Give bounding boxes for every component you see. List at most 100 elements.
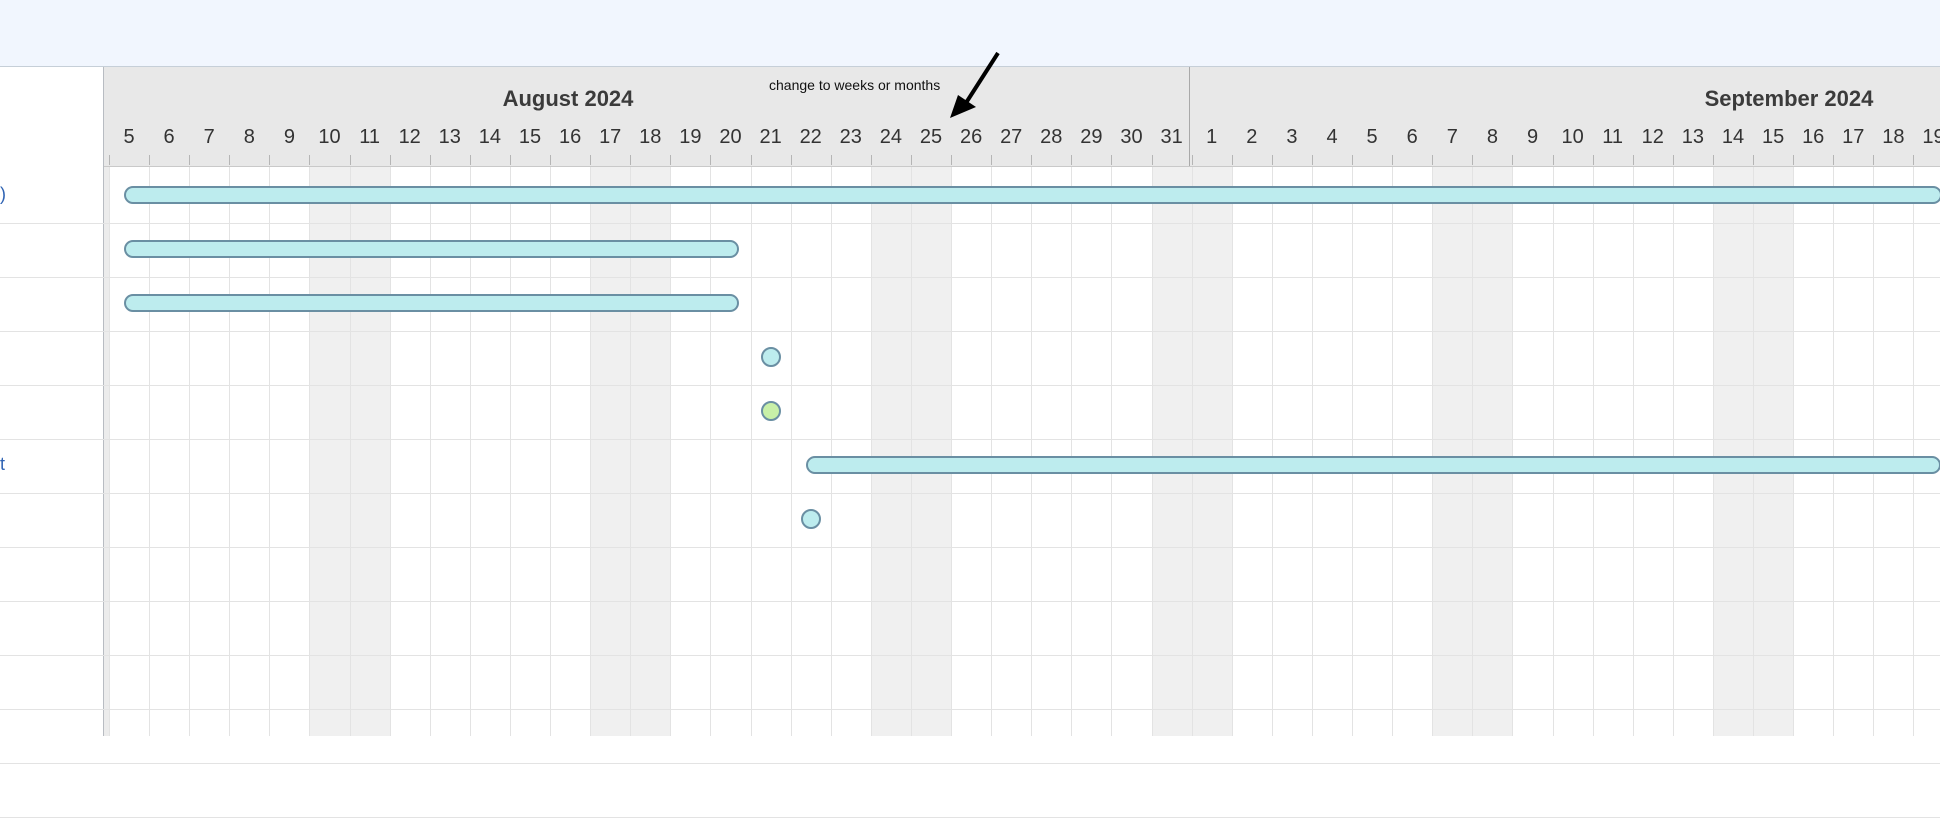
task-bar[interactable]: [124, 186, 1940, 204]
grid-line: [1352, 167, 1353, 736]
day-label: 6: [1392, 126, 1432, 149]
day-tick: [1071, 155, 1072, 165]
day-tick: [710, 155, 711, 165]
day-tick: [1793, 155, 1794, 165]
grid-line: [1913, 167, 1914, 736]
day-label: 10: [1553, 126, 1593, 149]
day-tick: [831, 155, 832, 165]
grid-line: [791, 167, 792, 736]
row-divider: [0, 763, 1940, 764]
grid-line: [871, 167, 872, 736]
day-tick: [1192, 155, 1193, 165]
task-row-label[interactable]: ): [0, 167, 103, 221]
day-label: 8: [229, 126, 269, 149]
task-row-label[interactable]: [0, 383, 103, 437]
day-label: 8: [1472, 126, 1512, 149]
grid-line: [1673, 167, 1674, 736]
day-tick: [630, 155, 631, 165]
day-label: 17: [590, 126, 630, 149]
row-divider: [0, 439, 1940, 440]
day-label: 17: [1833, 126, 1873, 149]
weekend-column: [911, 167, 951, 736]
day-label: 2: [1232, 126, 1272, 149]
task-bar[interactable]: [124, 240, 739, 258]
day-tick: [1512, 155, 1513, 165]
row-divider: [0, 223, 1940, 224]
day-label: 13: [430, 126, 470, 149]
day-tick: [189, 155, 190, 165]
task-row-label[interactable]: [0, 275, 103, 329]
day-tick: [470, 155, 471, 165]
grid-line: [1553, 167, 1554, 736]
month-title: August 2024: [503, 86, 634, 112]
task-row-label[interactable]: t: [0, 437, 103, 491]
grid-line: [1713, 167, 1714, 736]
task-row-label[interactable]: [0, 221, 103, 275]
day-tick: [1392, 155, 1393, 165]
day-label: 19: [1914, 126, 1940, 149]
day-tick: [1352, 155, 1353, 165]
row-divider: [0, 277, 1940, 278]
grid-line: [751, 167, 752, 736]
milestone-marker[interactable]: [761, 401, 781, 421]
row-divider: [0, 331, 1940, 332]
grid-line: [1873, 167, 1874, 736]
day-label: 7: [1432, 126, 1472, 149]
grid-line: [1633, 167, 1634, 736]
day-label: 18: [1873, 126, 1913, 149]
day-tick: [791, 155, 792, 165]
day-tick: [1111, 155, 1112, 165]
row-divider: [0, 655, 1940, 656]
task-bar[interactable]: [124, 294, 739, 312]
day-tick: [590, 155, 591, 165]
day-label: 12: [390, 126, 430, 149]
weekend-column: [1713, 167, 1753, 736]
task-row-label[interactable]: [0, 329, 103, 383]
grid-line: [1512, 167, 1513, 736]
day-tick: [991, 155, 992, 165]
day-tick: [1232, 155, 1233, 165]
day-label: 30: [1112, 126, 1152, 149]
day-label: 11: [350, 126, 390, 149]
grid-line: [991, 167, 992, 736]
grid-line: [1793, 167, 1794, 736]
grid-line: [1152, 167, 1153, 736]
weekend-column: [1472, 167, 1512, 736]
day-label: 22: [791, 126, 831, 149]
day-tick: [951, 155, 952, 165]
day-label: 3: [1272, 126, 1312, 149]
day-label: 9: [1513, 126, 1553, 149]
day-tick: [871, 155, 872, 165]
day-tick: [1553, 155, 1554, 165]
grid-line: [109, 167, 110, 736]
day-tick: [1833, 155, 1834, 165]
grid-line: [1071, 167, 1072, 736]
row-divider: [0, 547, 1940, 548]
day-label: 10: [310, 126, 350, 149]
grid-line: [1392, 167, 1393, 736]
task-bar[interactable]: [806, 456, 1940, 474]
grid-line: [1272, 167, 1273, 736]
milestone-marker[interactable]: [761, 347, 781, 367]
grid-line: [1031, 167, 1032, 736]
row-divider: [0, 709, 1940, 710]
day-tick: [430, 155, 431, 165]
milestone-marker[interactable]: [801, 509, 821, 529]
day-label: 6: [149, 126, 189, 149]
day-label: 1: [1192, 126, 1232, 149]
timeline-header: [104, 67, 1940, 167]
grid-line: [1312, 167, 1313, 736]
day-tick: [1873, 155, 1874, 165]
grid-line: [1432, 167, 1433, 736]
grid-line: [1833, 167, 1834, 736]
day-label: 15: [1753, 126, 1793, 149]
grid-line: [951, 167, 952, 736]
day-label: 12: [1633, 126, 1673, 149]
grid-line: [1111, 167, 1112, 736]
day-tick: [1472, 155, 1473, 165]
day-label: 20: [711, 126, 751, 149]
day-label: 16: [1793, 126, 1833, 149]
task-row-label[interactable]: [0, 491, 103, 545]
day-tick: [229, 155, 230, 165]
row-divider: [0, 493, 1940, 494]
